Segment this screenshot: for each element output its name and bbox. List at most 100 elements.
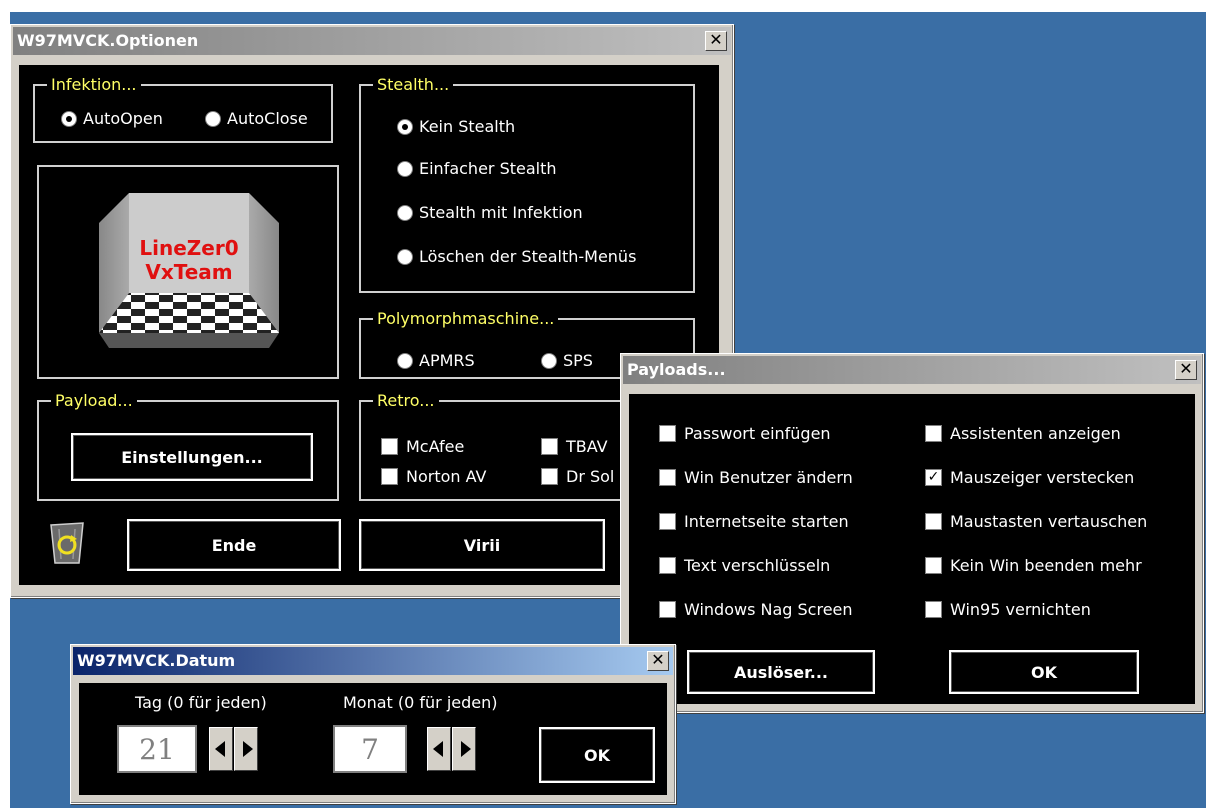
radio-apmrs[interactable]: APMRS bbox=[397, 351, 475, 370]
options-client: Infektion... AutoOpen AutoClose LineZer0… bbox=[19, 65, 719, 585]
datum-client: Tag (0 für jeden) 21 Monat (0 für jeden)… bbox=[79, 683, 667, 795]
check-label: Norton AV bbox=[406, 467, 487, 486]
radio-label: Einfacher Stealth bbox=[419, 159, 557, 178]
logo-panel: LineZer0 VxTeam bbox=[37, 165, 339, 379]
check-label: Windows Nag Screen bbox=[684, 600, 853, 619]
ende-button[interactable]: Ende bbox=[127, 519, 341, 571]
infektion-legend: Infektion... bbox=[51, 75, 137, 94]
logo-image: LineZer0 VxTeam bbox=[99, 193, 279, 348]
options-title: W97MVCK.Optionen bbox=[17, 31, 199, 50]
arrow-right-icon bbox=[461, 741, 471, 757]
radio-dot bbox=[397, 204, 413, 221]
stealth-legend: Stealth... bbox=[377, 75, 450, 94]
radio-kein-stealth[interactable]: Kein Stealth bbox=[397, 117, 515, 136]
check-text-verschluesseln[interactable]: Text verschlüsseln bbox=[659, 556, 830, 575]
radio-einfacher-stealth[interactable]: Einfacher Stealth bbox=[397, 159, 557, 178]
options-titlebar[interactable]: W97MVCK.Optionen ✕ bbox=[13, 27, 731, 55]
tag-input[interactable]: 21 bbox=[117, 725, 197, 773]
radio-sps[interactable]: SPS bbox=[541, 351, 593, 370]
payload-legend: Payload... bbox=[55, 391, 133, 410]
checkbox bbox=[925, 425, 942, 442]
radio-loeschen-stealth-menues[interactable]: Löschen der Stealth-Menüs bbox=[397, 247, 636, 266]
check-norton[interactable]: Norton AV bbox=[381, 467, 487, 486]
radio-label: SPS bbox=[563, 351, 593, 370]
radio-dot bbox=[397, 352, 413, 369]
check-win-benutzer[interactable]: Win Benutzer ändern bbox=[659, 468, 853, 487]
datum-close-button[interactable]: ✕ bbox=[647, 651, 669, 671]
radio-dot bbox=[541, 352, 557, 369]
check-label: Win95 vernichten bbox=[950, 600, 1091, 619]
check-nag-screen[interactable]: Windows Nag Screen bbox=[659, 600, 853, 619]
payloads-ok-button[interactable]: OK bbox=[949, 650, 1139, 694]
datum-ok-button[interactable]: OK bbox=[539, 727, 655, 783]
datum-titlebar[interactable]: W97MVCK.Datum ✕ bbox=[73, 647, 673, 675]
checkbox bbox=[925, 601, 942, 618]
checkbox bbox=[659, 513, 676, 530]
recycle-bin-icon[interactable] bbox=[45, 517, 89, 565]
payloads-titlebar[interactable]: Payloads... ✕ bbox=[623, 356, 1201, 384]
payloads-window: Payloads... ✕ Passwort einfügen Win Benu… bbox=[620, 353, 1204, 713]
check-label: Assistenten anzeigen bbox=[950, 424, 1121, 443]
payloads-client: Passwort einfügen Win Benutzer ändern In… bbox=[629, 394, 1195, 704]
radio-label: Stealth mit Infektion bbox=[419, 203, 583, 222]
check-drsol[interactable]: Dr Sol bbox=[541, 467, 614, 486]
radio-label: APMRS bbox=[419, 351, 475, 370]
check-label: Dr Sol bbox=[566, 467, 615, 486]
datum-title: W97MVCK.Datum bbox=[77, 651, 236, 670]
logo-text-1: LineZer0 bbox=[139, 236, 238, 260]
poly-legend: Polymorphmaschine... bbox=[377, 309, 555, 328]
virii-button[interactable]: Virii bbox=[359, 519, 605, 571]
checkbox-checked: ✓ bbox=[925, 469, 942, 486]
einstellungen-button[interactable]: Einstellungen... bbox=[71, 433, 313, 481]
monat-spin-up-button[interactable] bbox=[452, 727, 476, 771]
check-internetseite[interactable]: Internetseite starten bbox=[659, 512, 849, 531]
radio-dot-selected bbox=[397, 118, 413, 135]
logo-text-2: VxTeam bbox=[145, 260, 232, 284]
check-label: Mauszeiger verstecken bbox=[950, 468, 1135, 487]
monat-input[interactable]: 7 bbox=[333, 725, 407, 773]
payloads-title: Payloads... bbox=[627, 360, 726, 379]
arrow-left-icon bbox=[215, 741, 225, 757]
radio-autoclose[interactable]: AutoClose bbox=[205, 109, 308, 128]
check-passwort[interactable]: Passwort einfügen bbox=[659, 424, 831, 443]
radio-label: AutoOpen bbox=[83, 109, 163, 128]
monat-spin-down-button[interactable] bbox=[427, 727, 451, 771]
check-label: Passwort einfügen bbox=[684, 424, 831, 443]
check-maustasten[interactable]: Maustasten vertauschen bbox=[925, 512, 1147, 531]
datum-window: W97MVCK.Datum ✕ Tag (0 für jeden) 21 Mon… bbox=[70, 644, 676, 804]
checkbox bbox=[659, 469, 676, 486]
radio-autoopen[interactable]: AutoOpen bbox=[61, 109, 163, 128]
checkbox bbox=[381, 468, 398, 485]
radio-dot bbox=[397, 248, 413, 265]
arrow-left-icon bbox=[433, 741, 443, 757]
checkbox bbox=[659, 601, 676, 618]
radio-label: Löschen der Stealth-Menüs bbox=[419, 247, 637, 266]
check-kein-win-beenden[interactable]: Kein Win beenden mehr bbox=[925, 556, 1142, 575]
check-tbav[interactable]: TBAV bbox=[541, 437, 608, 456]
radio-dot-selected bbox=[61, 110, 77, 127]
radio-label: Kein Stealth bbox=[419, 117, 516, 136]
check-win95[interactable]: Win95 vernichten bbox=[925, 600, 1091, 619]
check-assistenten[interactable]: Assistenten anzeigen bbox=[925, 424, 1121, 443]
tag-spin-up-button[interactable] bbox=[234, 727, 258, 771]
radio-label: AutoClose bbox=[227, 109, 308, 128]
radio-stealth-mit-infektion[interactable]: Stealth mit Infektion bbox=[397, 203, 583, 222]
checkbox bbox=[381, 438, 398, 455]
check-label: Kein Win beenden mehr bbox=[950, 556, 1142, 575]
tag-spin-down-button[interactable] bbox=[209, 727, 233, 771]
payloads-close-button[interactable]: ✕ bbox=[1175, 360, 1197, 380]
checkbox bbox=[925, 557, 942, 574]
checkbox bbox=[541, 438, 558, 455]
checkbox bbox=[925, 513, 942, 530]
radio-dot bbox=[397, 160, 413, 177]
radio-dot bbox=[205, 110, 221, 127]
check-mcafee[interactable]: McAfee bbox=[381, 437, 464, 456]
check-label: TBAV bbox=[566, 437, 608, 456]
arrow-right-icon bbox=[243, 741, 253, 757]
retro-legend: Retro... bbox=[377, 391, 435, 410]
checkbox bbox=[541, 468, 558, 485]
ausloeser-button[interactable]: Auslöser... bbox=[687, 650, 875, 694]
check-mauszeiger[interactable]: ✓ Mauszeiger verstecken bbox=[925, 468, 1134, 487]
check-label: Internetseite starten bbox=[684, 512, 849, 531]
options-close-button[interactable]: ✕ bbox=[705, 31, 727, 51]
